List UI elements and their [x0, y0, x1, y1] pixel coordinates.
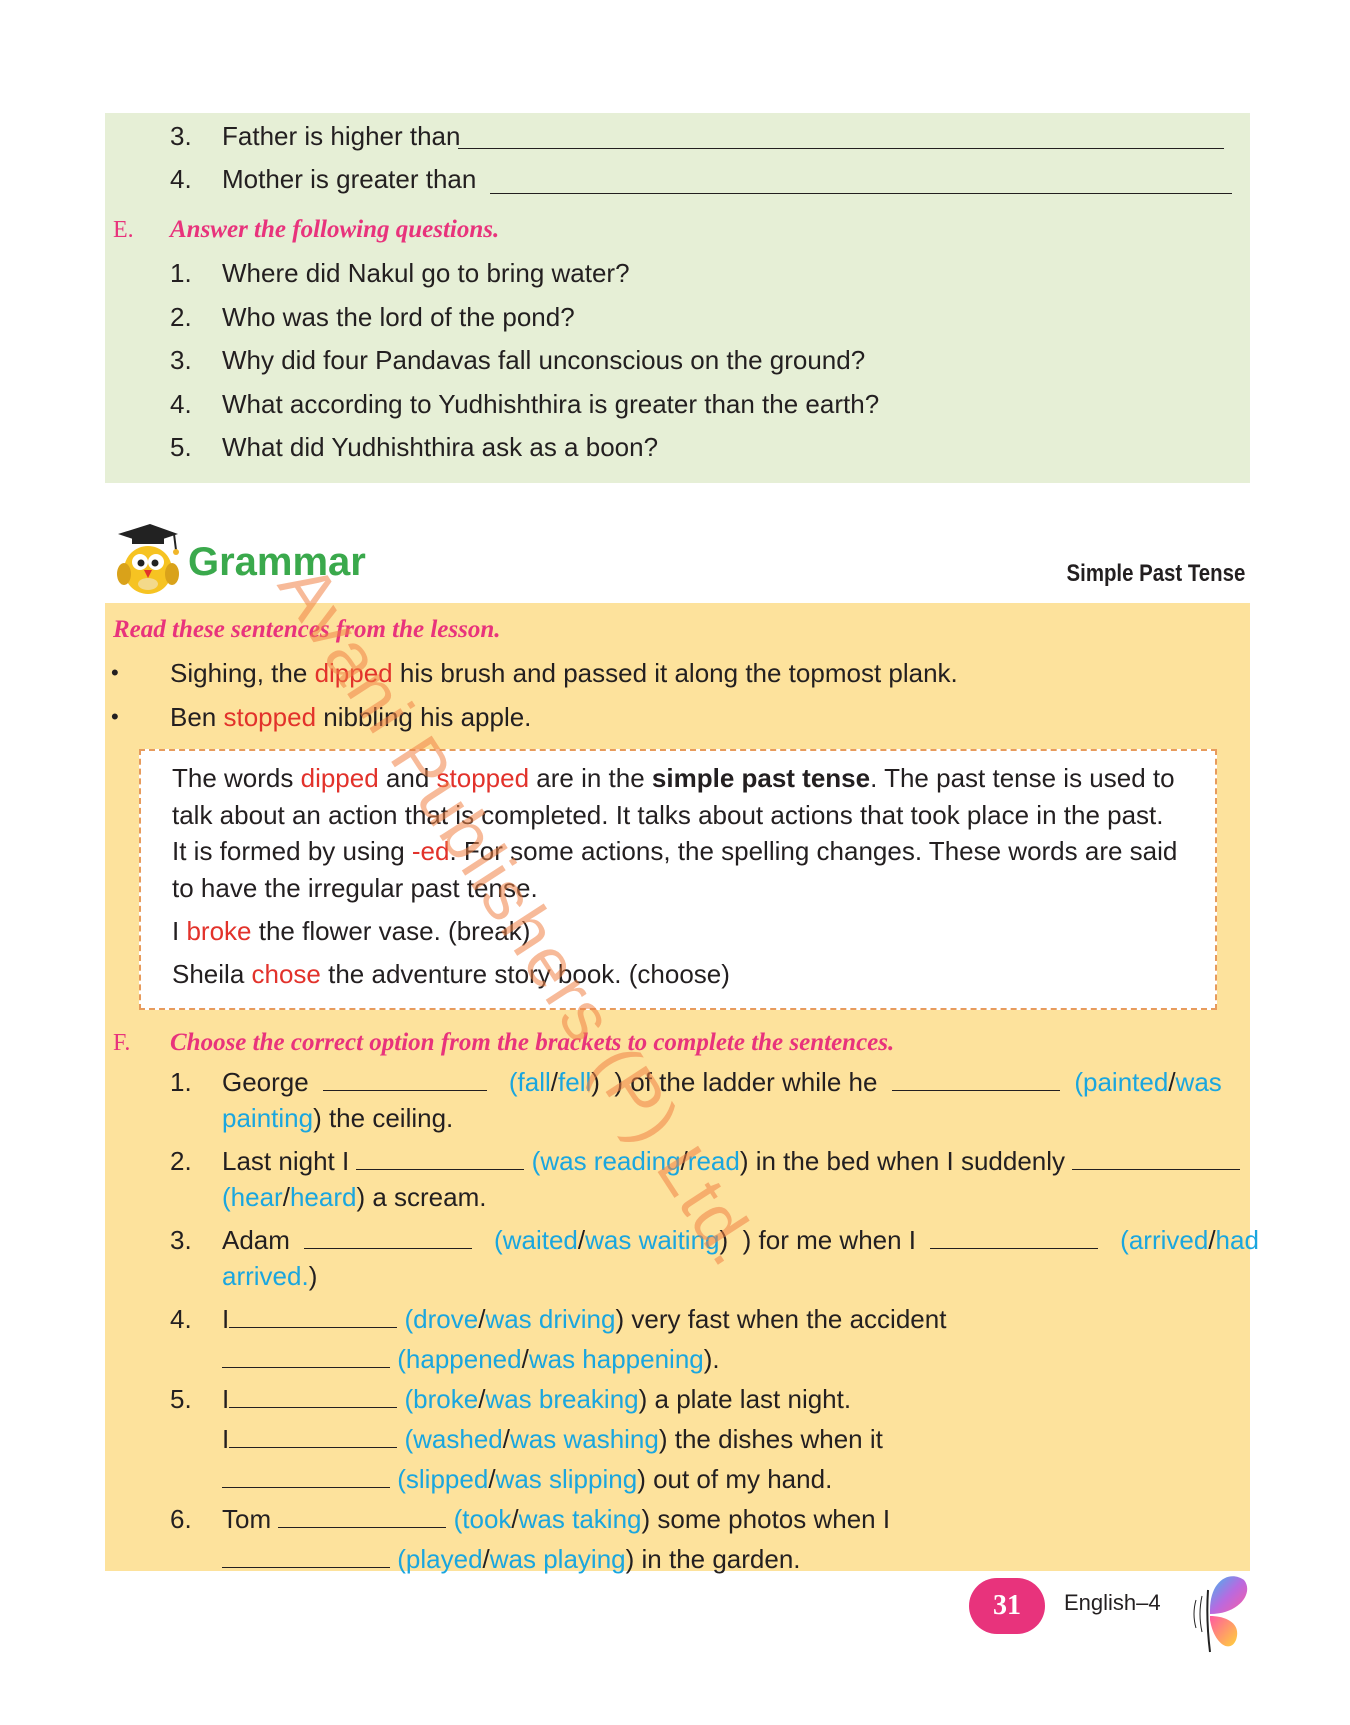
question-number: 5.: [170, 432, 192, 462]
page-number: 31: [969, 1578, 1045, 1634]
question-text: What did Yudhishthira ask as a boon?: [222, 432, 659, 462]
question-text: Why did four Pandavas fall unconscious o…: [222, 345, 866, 375]
question-text-cont: (slipped/was slipping) out of my hand.: [222, 1463, 832, 1495]
owl-graduate-icon: [117, 524, 179, 594]
answer-blank[interactable]: [222, 1466, 390, 1488]
answer-blank[interactable]: [222, 1346, 390, 1368]
answer-line[interactable]: [490, 193, 1232, 194]
question-number: 6.: [170, 1504, 192, 1534]
question-text-cont: (played/was playing) in the garden.: [222, 1543, 801, 1575]
question-number: 4.: [170, 1304, 192, 1334]
answer-blank[interactable]: [278, 1506, 447, 1528]
sentence-text: Father is higher than: [222, 121, 461, 151]
sentence-text: Mother is greater than: [222, 164, 477, 194]
question-text-cont: (hear/heard) a scream.: [222, 1182, 487, 1212]
question-text: Tom (took/was taking) some photos when I: [222, 1504, 891, 1534]
item-number: 4.: [170, 164, 192, 194]
answer-blank[interactable]: [891, 1069, 1060, 1091]
example-sentence: Sighing, the dipped his brush and passed…: [170, 658, 958, 688]
answer-blank[interactable]: [304, 1227, 473, 1249]
section-heading: Answer the following questions.: [170, 216, 500, 243]
question-number: 3.: [170, 345, 192, 375]
question-text: George (fall/fell) ) of the ladder while…: [222, 1067, 1222, 1097]
question-text: Who was the lord of the pond?: [222, 302, 575, 332]
answer-blank[interactable]: [222, 1546, 390, 1568]
answer-blank[interactable]: [1072, 1148, 1241, 1170]
question-number: 2.: [170, 1146, 192, 1176]
rule-line: talk about an action that is completed. …: [172, 800, 1164, 830]
item-number: 3.: [170, 121, 192, 151]
bullet-icon: •: [111, 660, 119, 685]
answer-blank[interactable]: [229, 1306, 398, 1328]
question-number: 1.: [170, 1067, 192, 1097]
question-text-cont: I (washed/was washing) the dishes when i…: [222, 1424, 883, 1454]
question-number: 5.: [170, 1384, 192, 1414]
rule-line: The words dipped and stopped are in the …: [172, 763, 1175, 793]
section-heading: Choose the correct option from the brack…: [170, 1029, 895, 1056]
section-letter: F.: [113, 1030, 131, 1056]
book-label: English–4: [1064, 1590, 1161, 1615]
answer-blank[interactable]: [323, 1069, 488, 1091]
question-text: What according to Yudhishthira is greate…: [222, 389, 880, 419]
question-text-cont: painting) the ceiling.: [222, 1103, 454, 1133]
question-number: 2.: [170, 302, 192, 332]
rule-line: It is formed by using -ed. For some acti…: [172, 836, 1178, 866]
answer-blank[interactable]: [930, 1227, 1099, 1249]
question-text: Where did Nakul go to bring water?: [222, 258, 630, 288]
answer-line[interactable]: [458, 148, 1224, 149]
rule-example: Sheila chose the adventure story book. (…: [172, 959, 730, 989]
question-text-cont: arrived.): [222, 1261, 318, 1291]
question-text: I (broke/was breaking) a plate last nigh…: [222, 1384, 852, 1414]
section-letter: E.: [113, 217, 134, 243]
question-text-cont: (happened/was happening).: [222, 1343, 720, 1375]
bullet-icon: •: [111, 704, 119, 729]
butterfly-icon: [1193, 1576, 1248, 1653]
answer-blank[interactable]: [356, 1148, 525, 1170]
question-number: 1.: [170, 258, 192, 288]
answer-blank[interactable]: [229, 1426, 398, 1448]
question-text: I (drove/was driving) very fast when the…: [222, 1304, 947, 1334]
question-number: 3.: [170, 1225, 192, 1255]
question-number: 4.: [170, 389, 192, 419]
topic-label: Simple Past Tense: [1066, 560, 1245, 587]
answer-blank[interactable]: [229, 1386, 398, 1408]
